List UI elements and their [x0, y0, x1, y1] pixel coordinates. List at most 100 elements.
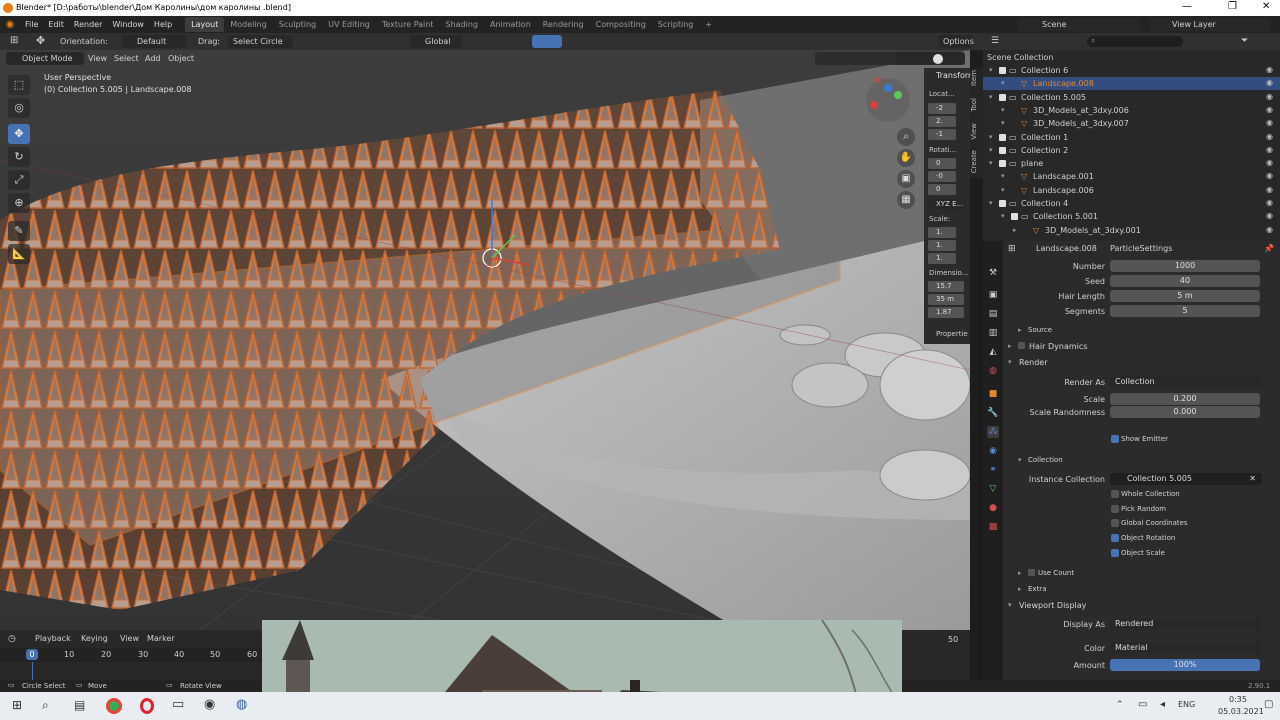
tab-tool[interactable]: Tool [970, 98, 983, 112]
current-frame-indicator[interactable]: 0 [26, 649, 38, 660]
menu-edit[interactable]: Edit [43, 20, 69, 29]
scale-x-field[interactable]: 1. [928, 227, 956, 238]
move-tool-button[interactable]: ✥ [8, 124, 30, 144]
outliner-search-input[interactable]: ⌕ [1087, 36, 1183, 47]
menu-select[interactable]: Select [114, 54, 139, 63]
menu-render[interactable]: Render [69, 20, 107, 29]
view-layer-tab-icon[interactable]: ▥ [987, 327, 999, 339]
menu-keying[interactable]: Keying [81, 634, 108, 643]
camera-icon[interactable]: ▣ [897, 170, 915, 188]
chevron-icon[interactable]: ▾ [1001, 106, 1005, 114]
close-button[interactable]: ✕ [1262, 1, 1270, 12]
tab-scripting[interactable]: Scripting [652, 17, 700, 32]
scene-collection-label[interactable]: Scene Collection [987, 53, 1054, 62]
tab-texture-paint[interactable]: Texture Paint [376, 17, 440, 32]
visibility-eye-icon[interactable]: ◉ [1266, 145, 1273, 154]
folder-icon[interactable]: ▭ [172, 697, 184, 712]
number-field[interactable]: 1000 [1110, 260, 1260, 272]
use-count-checkbox[interactable] [1028, 569, 1035, 576]
pin-icon[interactable]: 📌 [1264, 244, 1274, 253]
solid-shading-icon[interactable] [933, 54, 943, 64]
extra-section[interactable]: ▸ Extra [1003, 582, 1280, 597]
physics-tab-icon[interactable]: ◉ [987, 445, 999, 457]
search-icon[interactable]: ⌕ [42, 698, 49, 713]
menu-add[interactable]: Add [145, 54, 161, 63]
source-section[interactable]: ▸ Source [1003, 323, 1280, 338]
chevron-icon[interactable]: ▾ [1001, 212, 1005, 220]
3d-viewport[interactable] [0, 50, 970, 630]
object-scale-checkbox[interactable] [1111, 549, 1119, 557]
visibility-eye-icon[interactable]: ◉ [1266, 211, 1273, 220]
transform-orientation-dropdown[interactable]: Global [410, 35, 462, 48]
output-tab-icon[interactable]: ▤ [987, 308, 999, 320]
tab-create[interactable]: Create [970, 150, 983, 173]
shading-mode-buttons[interactable] [895, 52, 965, 65]
outliner-row[interactable]: ▾ ▽ Landscape.001 ◉ [983, 170, 1280, 183]
visibility-eye-icon[interactable]: ◉ [1266, 171, 1273, 180]
outliner-row[interactable]: ▾ ▭ Collection 5.001 ◉ [983, 210, 1280, 223]
visibility-eye-icon[interactable]: ◉ [1266, 65, 1273, 74]
viewport-display-section[interactable]: ▾ Viewport Display [1003, 598, 1280, 613]
include-checkbox[interactable] [1011, 213, 1018, 221]
tool-tab-icon[interactable]: ⚒ [987, 267, 999, 279]
outliner-row[interactable]: ▾ ▽ 3D_Models_at_3dxy.006 ◉ [983, 104, 1280, 117]
notifications-icon[interactable]: ▢ [1264, 699, 1273, 710]
dimensions-z-field[interactable]: 1.87 [928, 307, 964, 318]
chevron-icon[interactable]: ▾ [989, 66, 993, 74]
outliner-row[interactable]: ▾ ▽ 3D_Models_at_3dxy.007 ◉ [983, 117, 1280, 130]
editor-type-icon[interactable]: ⊞ [10, 35, 18, 46]
outliner-editor-icon[interactable]: ☰ [991, 36, 999, 46]
language-indicator[interactable]: ENG [1178, 700, 1195, 709]
scale-z-field[interactable]: 1. [928, 253, 956, 264]
drag-dropdown[interactable]: Select Circle [228, 35, 293, 48]
segments-field[interactable]: 5 [1110, 305, 1260, 317]
clock-date[interactable]: 05.03.2021 [1218, 707, 1264, 716]
visibility-eye-icon[interactable]: ◉ [1266, 105, 1273, 114]
app-icon[interactable]: ◍ [236, 697, 247, 712]
menu-playback[interactable]: Playback [35, 634, 71, 643]
object-rotation-checkbox[interactable] [1111, 534, 1119, 542]
tab-layout[interactable]: Layout [185, 17, 225, 32]
amount-slider[interactable]: 100% [1110, 659, 1260, 671]
clear-icon[interactable]: ✕ [1249, 473, 1256, 485]
orientation-dropdown[interactable]: Default [122, 35, 187, 48]
tab-rendering[interactable]: Rendering [537, 17, 590, 32]
rotation-z-field[interactable]: 0 [928, 184, 956, 195]
whole-collection-checkbox[interactable] [1111, 490, 1119, 498]
chrome-icon[interactable] [106, 698, 122, 714]
tab-animation[interactable]: Animation [484, 17, 537, 32]
opera-icon[interactable] [140, 698, 154, 714]
network-icon[interactable]: ▭ [1138, 699, 1147, 710]
dimensions-y-field[interactable]: 35 m [928, 294, 964, 305]
include-checkbox[interactable] [999, 133, 1006, 141]
proportional-edit-toggle[interactable] [532, 35, 562, 48]
blender-menu-icon[interactable]: ◉ [0, 19, 20, 30]
properties-editor-icon[interactable]: ⊞ [1008, 244, 1016, 254]
location-z-field[interactable]: -1 [928, 129, 956, 140]
render-as-dropdown[interactable]: Collection [1110, 376, 1262, 388]
visibility-eye-icon[interactable]: ◉ [1266, 225, 1273, 234]
menu-object[interactable]: Object [168, 54, 194, 63]
material-tab-icon[interactable]: ● [987, 502, 999, 514]
particles-tab-icon[interactable]: ⁂ [987, 426, 999, 438]
include-checkbox[interactable] [999, 146, 1006, 154]
render-tab-icon[interactable]: ▣ [987, 289, 999, 301]
visibility-eye-icon[interactable]: ◉ [1266, 92, 1273, 101]
options-dropdown[interactable]: Options [938, 35, 974, 48]
dimensions-x-field[interactable]: 15.7 [928, 281, 964, 292]
seed-field[interactable]: 40 [1110, 275, 1260, 287]
camera-app-icon[interactable]: ◉ [204, 697, 215, 712]
zoom-icon[interactable]: ⌕ [897, 128, 915, 146]
tab-uv-editing[interactable]: UV Editing [322, 17, 376, 32]
instance-collection-field[interactable]: Collection 5.005 ✕ [1110, 473, 1262, 485]
include-checkbox[interactable] [999, 93, 1006, 101]
outliner-row[interactable]: ▾ ▭ Collection 4 ◉ [983, 197, 1280, 210]
menu-timeline-view[interactable]: View [120, 634, 139, 643]
properties-header[interactable]: Propertie [936, 330, 968, 338]
timeline-editor-icon[interactable]: ◷ [8, 634, 16, 644]
end-frame-field[interactable]: 50 [948, 635, 958, 644]
chevron-icon[interactable]: ▾ [1001, 79, 1005, 87]
render-section[interactable]: ▾ Render [1003, 355, 1280, 370]
outliner-row[interactable]: ▾ ▽ Landscape.008 ◉ [983, 77, 1280, 91]
collection-section[interactable]: ▾ Collection [1003, 453, 1280, 468]
